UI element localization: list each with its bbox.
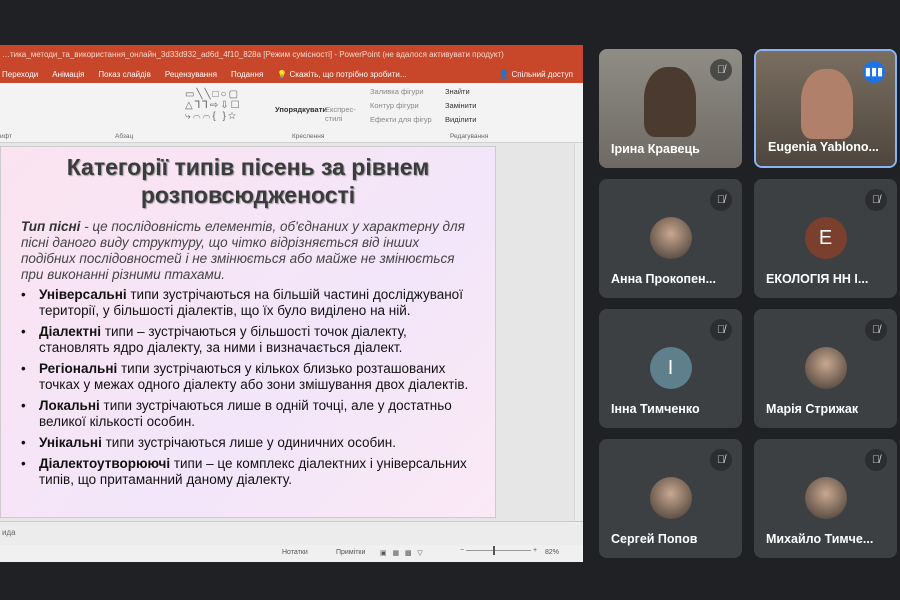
shapes-gallery[interactable]: ▭╲╲□○▢ △⅂⅂⇨⇩☐ ⤷⌒⌒{ }☆ xyxy=(185,89,242,122)
view-buttons[interactable]: ▣ ▦ ▩ ▽ xyxy=(380,549,423,557)
participant-tile[interactable]: 🎙̸ Ірина Кравець xyxy=(599,49,742,168)
bullet-term: Регіональні xyxy=(39,361,118,376)
participant-tile[interactable]: ▮▮▮ Eugenia Yablono... xyxy=(754,49,897,168)
comments-button[interactable]: Примітки xyxy=(336,549,365,556)
participant-name: ЕКОЛОГІЯ НН І... xyxy=(766,272,869,286)
tab-review[interactable]: Рецензування xyxy=(165,70,217,79)
participant-tile[interactable]: 🎙̸ Анна Прокопен... xyxy=(599,179,742,298)
zoom-slider[interactable]: − + xyxy=(460,545,537,555)
participant-name: Eugenia Yablono... xyxy=(768,140,879,154)
ribbon-tabs: Переходи Анімація Показ слайдів Рецензув… xyxy=(0,65,583,83)
group-drawing: Креслення xyxy=(292,133,325,140)
status-bar: Нотатки Примітки ▣ ▦ ▩ ▽ − + 82% xyxy=(0,545,583,562)
tab-animation[interactable]: Анімація xyxy=(52,70,84,79)
window-title: …тика_методи_та_використання_онлайн_3d33… xyxy=(0,45,583,65)
share-label: Спільний доступ xyxy=(511,69,573,79)
participant-name: Сергей Попов xyxy=(611,532,698,546)
speaking-indicator-icon: ▮▮▮ xyxy=(863,61,885,83)
group-font: ифт xyxy=(0,133,12,140)
notes-button[interactable]: Нотатки xyxy=(282,549,308,556)
bullet-term: Діалектні xyxy=(39,324,102,339)
mic-off-icon: 🎙̸ xyxy=(710,319,732,341)
avatar: E xyxy=(804,217,847,259)
participant-name: Михайло Тимче... xyxy=(766,532,874,546)
group-editing: Редагування xyxy=(450,133,489,140)
participant-tile[interactable]: 🎙̸ Сергей Попов xyxy=(599,439,742,558)
mic-off-icon: 🎙̸ xyxy=(865,449,887,471)
slide-editor: Категорії типів пісень за рівнем розповс… xyxy=(0,143,574,521)
mic-off-icon: 🎙̸ xyxy=(710,59,732,81)
participant-name: Анна Прокопен... xyxy=(611,272,717,286)
avatar: I xyxy=(649,347,692,389)
definition-text: - це послідовність елементів, об'єднаних… xyxy=(21,219,465,282)
list-item: Діалектоутворюючі типи – це комплекс діа… xyxy=(21,456,479,488)
shape-fill-button[interactable]: Заливка фігури xyxy=(370,87,424,96)
group-paragraph: Абзац xyxy=(115,133,134,140)
tab-transitions[interactable]: Переходи xyxy=(2,70,38,79)
bullet-term: Діалектоутворюючі xyxy=(39,456,171,471)
zoom-level[interactable]: 82% xyxy=(545,549,559,556)
powerpoint-window: …тика_методи_та_використання_онлайн_3d33… xyxy=(0,45,583,562)
definition: Тип пісні - це послідовність елементів, … xyxy=(21,219,477,283)
participant-tile[interactable]: E 🎙̸ ЕКОЛОГІЯ НН І... xyxy=(754,179,897,298)
tell-me-text: Скажіть, що потрібно зробити... xyxy=(289,69,407,79)
avatar xyxy=(649,477,692,519)
definition-term: Тип пісні xyxy=(21,219,81,234)
participant-tile[interactable]: 🎙̸ Михайло Тимче... xyxy=(754,439,897,558)
bullet-term: Локальні xyxy=(39,398,100,413)
participant-name: Ірина Кравець xyxy=(611,142,700,156)
avatar xyxy=(649,217,692,259)
bullet-text: типи зустрічаються лише у одиничних особ… xyxy=(101,435,396,450)
list-item: Унікальні типи зустрічаються лише у один… xyxy=(21,435,479,451)
avatar xyxy=(804,347,847,389)
arrange-button[interactable]: Упорядкувати xyxy=(275,105,327,114)
bullet-text: типи зустрічаються лише в одній точці, а… xyxy=(39,398,452,429)
slide[interactable]: Категорії типів пісень за рівнем розповс… xyxy=(0,146,496,518)
share-button[interactable]: 👤 Спільний доступ xyxy=(499,70,573,79)
notes-pane[interactable]: ида xyxy=(0,521,583,545)
mic-off-icon: 🎙̸ xyxy=(710,189,732,211)
select-button[interactable]: Виділити xyxy=(445,115,476,124)
list-item: Діалектні типи – зустрічаються у більшос… xyxy=(21,324,479,356)
ribbon: Упорядкувати Експрес-стилі Заливка фігур… xyxy=(0,83,583,143)
tab-view[interactable]: Подання xyxy=(231,70,263,79)
vertical-scrollbar[interactable] xyxy=(574,143,583,521)
bullet-list: Універсальні типи зустрічаються на більш… xyxy=(21,287,479,488)
avatar xyxy=(804,477,847,519)
find-button[interactable]: Знайти xyxy=(445,87,470,96)
replace-button[interactable]: Замінити xyxy=(445,101,476,110)
bullet-term: Унікальні xyxy=(39,435,102,450)
tell-me-search[interactable]: 💡 Скажіть, що потрібно зробити... xyxy=(277,70,406,79)
shape-effects-button[interactable]: Ефекти для фігур xyxy=(370,115,432,124)
mic-off-icon: 🎙̸ xyxy=(710,449,732,471)
list-item: Універсальні типи зустрічаються на більш… xyxy=(21,287,479,319)
slide-title: Категорії типів пісень за рівнем розповс… xyxy=(66,154,430,208)
quick-styles-button[interactable]: Експрес-стилі xyxy=(325,105,361,123)
participant-name: Інна Тимченко xyxy=(611,402,700,416)
mic-off-icon: 🎙̸ xyxy=(865,319,887,341)
participant-tile[interactable]: 🎙̸ Марія Стрижак xyxy=(754,309,897,428)
participant-tile[interactable]: I 🎙̸ Інна Тимченко xyxy=(599,309,742,428)
tab-slideshow[interactable]: Показ слайдів xyxy=(98,70,150,79)
shape-outline-button[interactable]: Контур фігури xyxy=(370,101,419,110)
list-item: Локальні типи зустрічаються лише в одній… xyxy=(21,398,479,430)
participant-name: Марія Стрижак xyxy=(766,402,859,416)
bullet-term: Універсальні xyxy=(39,287,127,302)
mic-off-icon: 🎙̸ xyxy=(865,189,887,211)
list-item: Регіональні типи зустрічаються у кількох… xyxy=(21,361,479,393)
